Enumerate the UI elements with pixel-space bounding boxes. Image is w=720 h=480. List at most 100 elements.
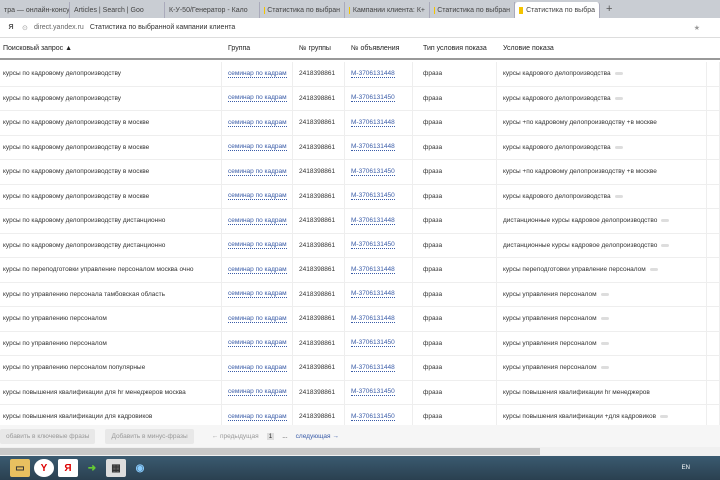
page-title: Статистика по выбранной кампании клиента <box>89 24 236 31</box>
add-keywords-button[interactable]: обавить в ключевые фразы <box>0 428 96 444</box>
more-icon[interactable] <box>614 72 623 76</box>
col-group-no[interactable]: № группы <box>293 45 345 52</box>
address-bar[interactable]: Я ⊙ direct.yandex.ru Статистика по выбра… <box>0 18 720 38</box>
ad-no-text[interactable]: M-3706131448 <box>351 315 395 323</box>
group-text[interactable]: семинар по кадрам <box>228 143 287 152</box>
ad-no-text[interactable]: M-3706131448 <box>351 119 395 127</box>
ad-no-text[interactable]: M-3706131448 <box>351 217 395 225</box>
group-text[interactable]: семинар по кадрам <box>228 119 287 127</box>
condition-type-text: фраза <box>423 94 443 102</box>
explorer-icon[interactable]: ▭ <box>10 459 30 477</box>
cell-query: курсы по управлению персоналом <box>0 331 222 355</box>
calculator-icon[interactable]: ▦ <box>106 459 126 477</box>
col-query[interactable]: Поисковый запрос ▲ <box>0 45 222 52</box>
more-icon[interactable] <box>600 292 609 296</box>
current-page: 1 <box>266 432 275 440</box>
group-text[interactable]: семинар по кадрам <box>228 413 287 421</box>
cell-condition-type: фраза <box>413 86 497 110</box>
cell-group-no: 2418398861 <box>293 356 345 380</box>
condition-text: курсы +по кадровому делопроизводству +в … <box>503 168 657 176</box>
more-icon[interactable] <box>600 341 609 345</box>
group-text[interactable]: семинар по кадрам <box>228 290 287 299</box>
group-text[interactable]: семинар по кадрам <box>228 217 287 225</box>
cell-condition: курсы +по кадровому делопроизводству +в … <box>497 160 707 184</box>
more-icon[interactable] <box>614 96 623 100</box>
ad-no-text[interactable]: M-3706131448 <box>351 290 395 299</box>
group-text[interactable]: семинар по кадрам <box>228 315 287 323</box>
ad-no-text[interactable]: M-3706131450 <box>351 192 395 201</box>
more-icon[interactable] <box>614 145 623 149</box>
cell-extra <box>707 331 720 355</box>
browser-tab[interactable]: Кампании клиента: К+ <box>345 2 430 18</box>
table-row: курсы повышения квалификации для hr мене… <box>0 380 720 405</box>
condition-type-text: фраза <box>423 241 443 249</box>
ad-no-text[interactable]: M-3706131448 <box>351 266 395 274</box>
next-page-link[interactable]: следующая → <box>296 433 339 440</box>
new-tab-button[interactable]: + <box>606 3 612 15</box>
col-ad-no[interactable]: № объявления <box>345 45 413 52</box>
browser-tab[interactable]: Статистика по выбра <box>515 2 600 18</box>
cell-condition: курсы управления персоналом <box>497 356 707 380</box>
cell-ad-no: M-3706131448 <box>345 356 413 380</box>
horizontal-scrollbar[interactable] <box>0 447 720 456</box>
prev-page-link[interactable]: ← предыдущая <box>212 433 259 440</box>
yandex-icon[interactable]: Я <box>58 459 78 477</box>
col-group[interactable]: Группа <box>222 45 293 52</box>
browser-tab[interactable]: тра — онлайн-консу <box>0 2 70 18</box>
col-condition-type[interactable]: Тип условия показа <box>413 45 497 52</box>
query-text: курсы по управлению персоналом <box>3 339 107 347</box>
browser-tab[interactable]: Статистика по выбран <box>260 2 345 18</box>
more-icon[interactable] <box>614 194 623 198</box>
query-text: курсы по кадровому делопроизводству в мо… <box>3 119 150 127</box>
ad-no-text[interactable]: M-3706131450 <box>351 94 395 103</box>
ad-no-text[interactable]: M-3706131450 <box>351 388 395 397</box>
group-text[interactable]: семинар по кадрам <box>228 339 287 348</box>
ad-no-text[interactable]: M-3706131450 <box>351 339 395 348</box>
more-icon[interactable] <box>600 366 609 370</box>
browser-tab[interactable]: Articles | Search | Goo <box>70 2 165 18</box>
cell-condition: дистанционные курсы кадровое делопроизво… <box>497 233 707 257</box>
footer-bar: обавить в ключевые фразы Добавить в мину… <box>0 425 720 447</box>
cell-condition: курсы кадрового делопроизводства <box>497 184 707 208</box>
language-indicator[interactable]: EN <box>682 465 690 471</box>
browser-tab[interactable]: К-У-50/Генератор - Кало <box>165 2 260 18</box>
more-icon[interactable] <box>661 219 670 223</box>
group-text[interactable]: семинар по кадрам <box>228 388 287 397</box>
group-text[interactable]: семинар по кадрам <box>228 266 287 274</box>
group-text[interactable]: семинар по кадрам <box>228 70 287 78</box>
group-text[interactable]: семинар по кадрам <box>228 168 287 176</box>
taskbar: ▭ Y Я ➜ ▦ ◉ EN <box>0 456 720 480</box>
cell-extra <box>707 160 720 184</box>
more-icon[interactable] <box>661 243 670 247</box>
ad-no-text[interactable]: M-3706131450 <box>351 168 395 176</box>
group-text[interactable]: семинар по кадрам <box>228 94 287 103</box>
ad-no-text[interactable]: M-3706131448 <box>351 70 395 78</box>
yandex-browser-icon[interactable]: Y <box>34 459 54 477</box>
condition-type-text: фраза <box>423 290 443 298</box>
ad-no-text[interactable]: M-3706131450 <box>351 413 395 421</box>
bookmark-star-icon[interactable]: ★ <box>694 24 700 32</box>
more-icon[interactable] <box>600 317 609 321</box>
group-text[interactable]: семинар по кадрам <box>228 241 287 250</box>
ad-no-text[interactable]: M-3706131450 <box>351 241 395 250</box>
query-text: курсы по кадровому делопроизводству <box>3 94 122 102</box>
url-domain: direct.yandex.ru <box>34 24 84 31</box>
cell-condition-type: фраза <box>413 282 497 306</box>
browser-tab[interactable]: Статистика по выбран <box>430 2 515 18</box>
group-text[interactable]: семинар по кадрам <box>228 364 287 372</box>
condition-type-text: фраза <box>423 143 443 151</box>
yandex-logo-icon[interactable]: Я <box>0 24 22 31</box>
add-minus-button[interactable]: Добавить в минус-фразы <box>105 428 194 444</box>
ad-no-text[interactable]: M-3706131448 <box>351 143 395 152</box>
col-condition[interactable]: Условие показа <box>497 45 707 52</box>
app-icon[interactable]: ◉ <box>130 459 150 477</box>
more-icon[interactable] <box>660 415 669 419</box>
cell-group-no: 2418398861 <box>293 258 345 282</box>
condition-type-text: фраза <box>423 388 443 396</box>
ad-no-text[interactable]: M-3706131448 <box>351 364 395 372</box>
condition-type-text: фраза <box>423 70 443 78</box>
arrows-app-icon[interactable]: ➜ <box>82 459 102 477</box>
more-icon[interactable] <box>649 268 658 272</box>
group-text[interactable]: семинар по кадрам <box>228 192 287 201</box>
query-text: курсы по управлению персоналом <box>3 315 107 323</box>
